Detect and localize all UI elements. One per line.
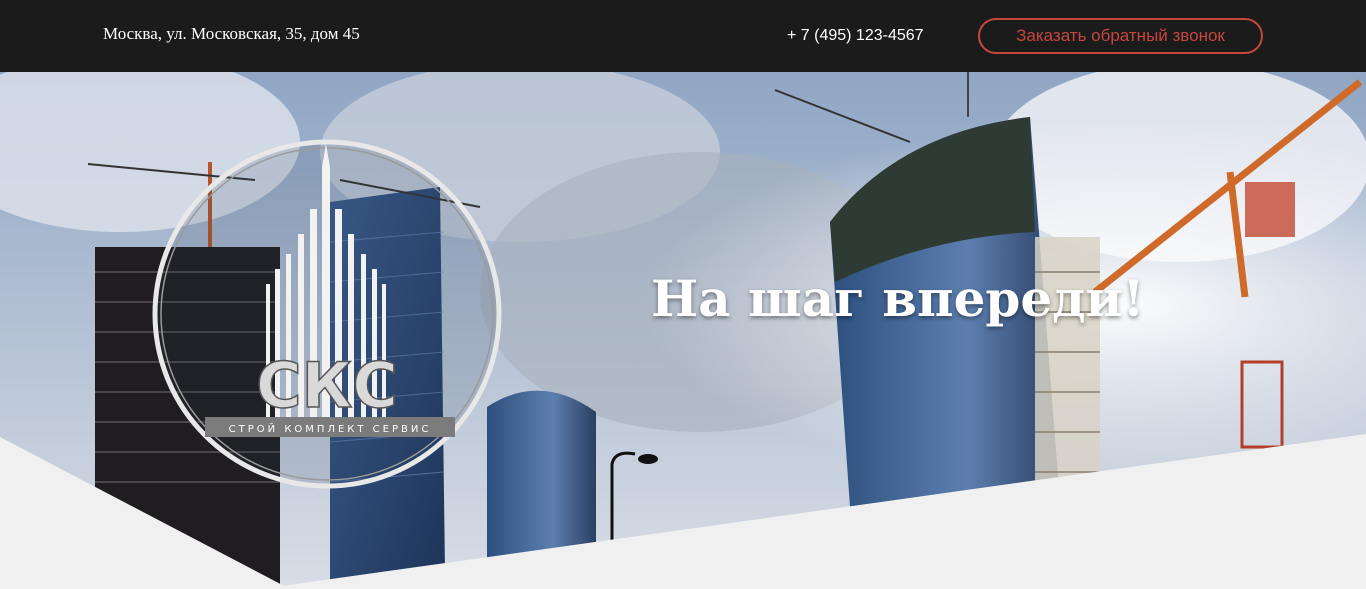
top-bar: Москва, ул. Московская, 35, дом 45 + 7 (… xyxy=(0,0,1366,72)
logo-subtitle: СТРОЙ КОМПЛЕКТ СЕРВИС xyxy=(229,422,432,435)
hero-headline: На шаг впереди! xyxy=(651,269,1145,328)
address-text: Москва, ул. Московская, 35, дом 45 xyxy=(103,24,360,43)
logo-letters: СКС xyxy=(256,349,398,422)
company-logo[interactable]: СКС СТРОЙ КОМПЛЕКТ СЕРВИС xyxy=(150,139,505,489)
hero-banner: СКС СТРОЙ КОМПЛЕКТ СЕРВИС На шаг впереди… xyxy=(0,72,1366,589)
callback-button[interactable]: Заказать обратный звонок xyxy=(978,18,1263,54)
phone-link[interactable]: + 7 (495) 123-4567 xyxy=(787,27,924,45)
